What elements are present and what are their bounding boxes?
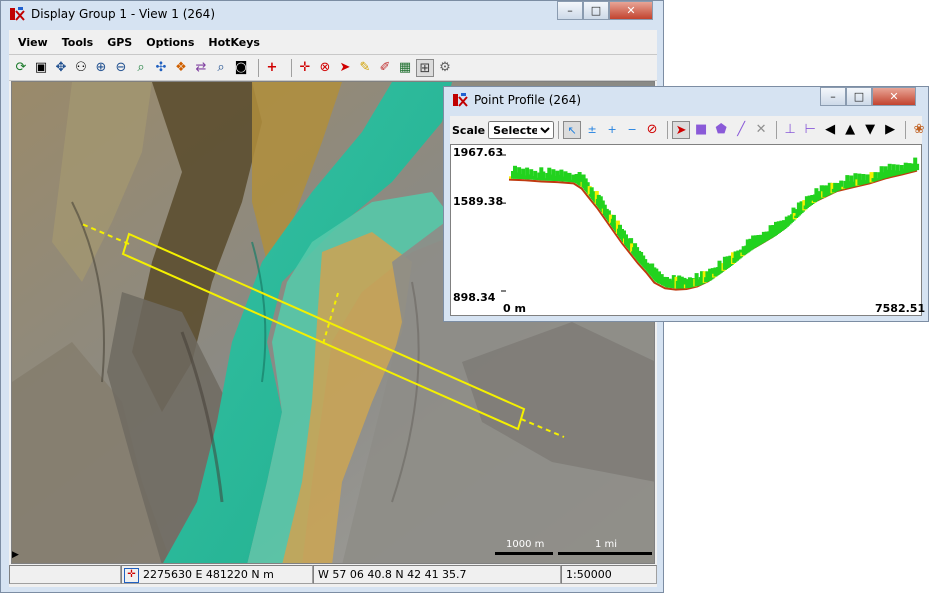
move-icon[interactable]: ✛ bbox=[296, 59, 314, 77]
toolbar-separator bbox=[776, 121, 778, 139]
palette-icon[interactable]: ❀ bbox=[910, 121, 928, 139]
scale-bar bbox=[495, 552, 652, 555]
status-bar: ✛ 2275630 E 481220 N m W 57 06 40.8 N 42 … bbox=[9, 565, 657, 585]
maximize-button[interactable]: □ bbox=[846, 87, 872, 106]
zoom-in-icon[interactable]: ⊕ bbox=[92, 59, 110, 77]
main-window-title: Display Group 1 - View 1 (264) bbox=[31, 7, 215, 21]
status-geographic-coords: W 57 06 40.8 N 42 41 35.7 bbox=[313, 565, 561, 584]
select-arrow-icon[interactable]: ➤ bbox=[672, 121, 691, 139]
rectangle-icon[interactable]: ■ bbox=[692, 121, 710, 139]
full-extent-icon[interactable]: ▣ bbox=[32, 59, 50, 77]
add-select-icon[interactable]: + bbox=[603, 121, 621, 139]
arrow-right-icon[interactable]: ▶ bbox=[881, 121, 899, 139]
tntmips-icon bbox=[452, 92, 468, 108]
scale-bar-metric-label: 1000 m bbox=[506, 539, 545, 550]
zoom-tool-icon[interactable]: ⊗ bbox=[316, 59, 334, 77]
menu-tools[interactable]: Tools bbox=[55, 36, 100, 49]
select-arrow-icon[interactable]: ➤ bbox=[336, 59, 354, 77]
profile-toolbar: Scale Selected ↖ ± + − ⊘ ➤ ■ ⬟ ╱ ✕ ⊥ ⊢ ◀… bbox=[452, 118, 929, 142]
arrow-left-icon[interactable]: ◀ bbox=[821, 121, 839, 139]
scale-bar-imperial-label: 1 mi bbox=[595, 539, 618, 550]
swap-icon[interactable]: ⇄ bbox=[192, 59, 210, 77]
profile-icon[interactable]: ▦ bbox=[396, 59, 414, 77]
snapshot-icon[interactable]: ◙ bbox=[232, 59, 250, 77]
gps-icon[interactable]: ⚙ bbox=[436, 59, 454, 77]
close-button[interactable]: ✕ bbox=[609, 1, 653, 20]
scale-dropdown[interactable]: Selected bbox=[488, 121, 555, 139]
x-tick-label: 0 m bbox=[503, 302, 526, 315]
menu-gps[interactable]: GPS bbox=[100, 36, 139, 49]
polygon-icon[interactable]: ⬟ bbox=[712, 121, 730, 139]
toolbar-separator bbox=[258, 59, 259, 77]
toolbar-separator bbox=[558, 121, 560, 139]
redraw-icon[interactable]: ⟳ bbox=[12, 59, 30, 77]
toolbar-separator bbox=[291, 59, 292, 77]
sketch-icon[interactable]: ✐ bbox=[376, 59, 394, 77]
line-icon[interactable]: ╱ bbox=[732, 121, 750, 139]
maximize-button[interactable]: □ bbox=[583, 1, 609, 20]
menu-view[interactable]: View bbox=[11, 36, 55, 49]
status-blank-cell bbox=[9, 565, 121, 584]
profile-client-area: Scale Selected ↖ ± + − ⊘ ➤ ■ ⬟ ╱ ✕ ⊥ ⊢ ◀… bbox=[450, 116, 926, 316]
profile-window: Point Profile (264) – □ ✕ Scale Selected… bbox=[443, 86, 929, 322]
scale-label: Scale bbox=[452, 123, 486, 137]
y-tick-label: 1589.38 bbox=[453, 195, 504, 208]
toggle-select-icon[interactable]: ± bbox=[583, 121, 601, 139]
minimize-button[interactable]: – bbox=[557, 1, 583, 20]
select-one-icon[interactable]: ↖ bbox=[563, 121, 582, 139]
zoom-to-selection-icon[interactable]: ⌕ bbox=[132, 59, 150, 77]
main-title-bar[interactable]: Display Group 1 - View 1 (264) – □ ✕ bbox=[1, 1, 663, 29]
projected-coordinates: 2275630 E 481220 N m bbox=[143, 568, 274, 581]
zoom-box-icon[interactable]: ✥ bbox=[52, 59, 70, 77]
measure-icon[interactable]: ✎ bbox=[356, 59, 374, 77]
layer-controls-icon[interactable]: ❖ bbox=[172, 59, 190, 77]
menu-hotkeys[interactable]: HotKeys bbox=[201, 36, 267, 49]
main-menu-bar: View Tools GPS Options HotKeys bbox=[11, 31, 267, 53]
main-toolbar: ⟳ ▣ ✥ ⚇ ⊕ ⊖ ⌕ ✣ ❖ ⇄ ⌕ ◙ + ✛ ⊗ ➤ ✎ ✐ ▦ ⊞ … bbox=[12, 56, 456, 80]
close-button[interactable]: ✕ bbox=[872, 87, 916, 106]
profile-point bbox=[915, 163, 920, 171]
status-projected-coords: ✛ 2275630 E 481220 N m bbox=[121, 565, 313, 584]
remove-select-icon[interactable]: − bbox=[623, 121, 641, 139]
arrow-up-icon[interactable]: ▲ bbox=[841, 121, 859, 139]
expand-arrow-icon[interactable]: ▶ bbox=[12, 550, 19, 560]
profile-window-title: Point Profile (264) bbox=[474, 93, 582, 107]
pan-icon[interactable]: ✣ bbox=[152, 59, 170, 77]
status-map-scale: 1:50000 bbox=[561, 565, 657, 584]
menu-options[interactable]: Options bbox=[139, 36, 201, 49]
arrow-down-icon[interactable]: ▼ bbox=[861, 121, 879, 139]
horizontal-ruler-icon[interactable]: ⊥ bbox=[781, 121, 799, 139]
magnify-icon[interactable]: ⌕ bbox=[212, 59, 230, 77]
x-tick-label: 7582.51 bbox=[875, 302, 926, 315]
tntmips-icon bbox=[9, 6, 25, 22]
y-tick-label: 898.34 bbox=[453, 291, 496, 304]
zoom-out-icon[interactable]: ⊖ bbox=[112, 59, 130, 77]
grid-icon[interactable]: ⊞ bbox=[416, 59, 434, 77]
add-layer-icon[interactable]: + bbox=[263, 59, 281, 77]
crosshair-icon[interactable]: ✛ bbox=[124, 567, 139, 583]
toolbar-separator bbox=[905, 121, 907, 139]
profile-title-bar[interactable]: Point Profile (264) – □ ✕ bbox=[444, 87, 928, 115]
y-tick-label: 1967.63 bbox=[453, 146, 504, 159]
profile-plot[interactable]: 1967.63 1589.38 898.34 0 m 7582.51 bbox=[450, 144, 926, 316]
toolbar-separator bbox=[667, 121, 669, 139]
cancel-icon[interactable]: ✕ bbox=[752, 121, 770, 139]
fit-icon[interactable]: ⚇ bbox=[72, 59, 90, 77]
minimize-button[interactable]: – bbox=[820, 87, 846, 106]
profile-chart-svg bbox=[501, 154, 920, 292]
vertical-ruler-icon[interactable]: ⊢ bbox=[801, 121, 819, 139]
clear-select-icon[interactable]: ⊘ bbox=[643, 121, 661, 139]
